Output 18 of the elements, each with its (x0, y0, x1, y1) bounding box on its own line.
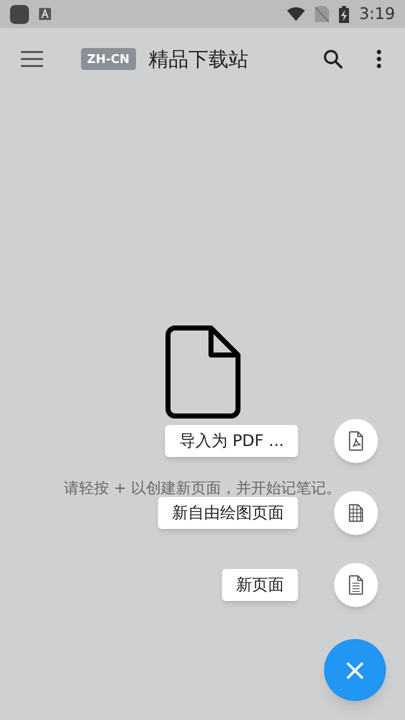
empty-hint: 请轻按 + 以创建新页面，并开始记笔记。 (64, 478, 342, 499)
action-button[interactable] (334, 419, 378, 463)
action-label[interactable]: 新自由绘图页面 (158, 497, 298, 529)
language-badge: ZH-CN (81, 48, 136, 70)
wifi-icon (287, 7, 306, 21)
action-label[interactable]: 导入为 PDF ... (165, 425, 298, 457)
more-vertical-icon (376, 49, 382, 69)
menu-icon (21, 51, 43, 67)
app-title: 精品下载站 (148, 46, 249, 73)
keyboard-letter-icon (39, 8, 51, 20)
action-label[interactable]: 新页面 (222, 569, 298, 601)
document-icon (164, 325, 240, 419)
action-button[interactable] (334, 491, 378, 535)
status-time: 3:19 (359, 3, 395, 25)
action-button[interactable] (334, 563, 378, 607)
no-sim-icon (315, 6, 330, 22)
battery-charging-icon (339, 6, 350, 22)
search-icon (323, 49, 343, 69)
